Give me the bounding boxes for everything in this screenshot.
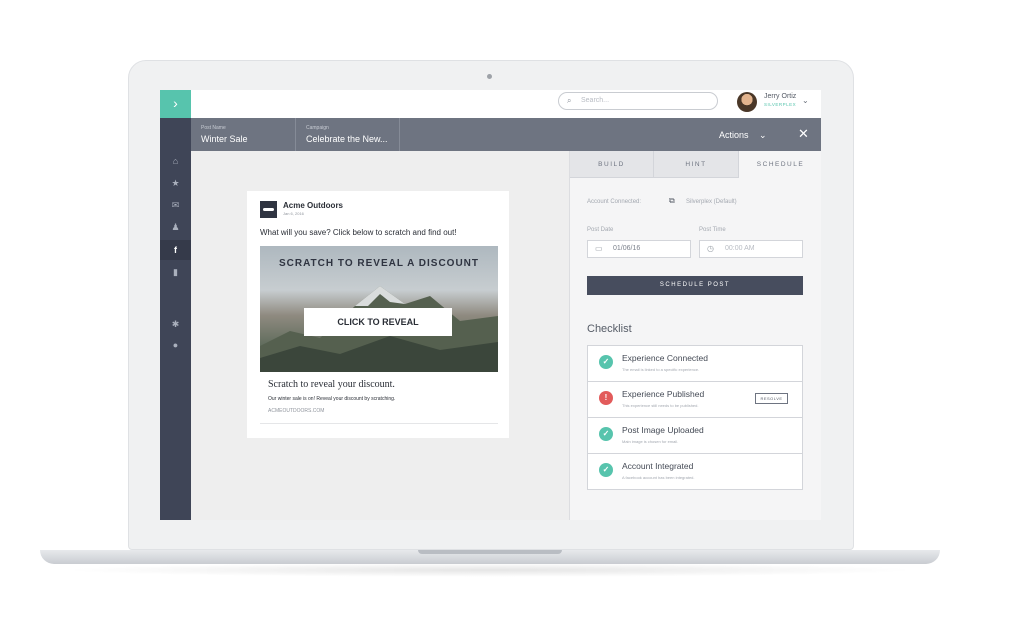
checklist-item-subtitle: The email is linked to a specific experi… [622,367,700,372]
gear-icon: ✱ [171,319,180,329]
checklist-item-title: Experience Connected [622,353,709,363]
post-description: Our winter sale is on! Reveal your disco… [268,396,396,402]
post-image: SCRATCH TO REVEAL A DISCOUNT CLICK TO RE… [260,246,498,372]
calendar-icon: ▭ [595,244,603,253]
post-text: What will you save? Click below to scrat… [260,228,457,237]
post-date-input[interactable]: ▭ 01/06/16 [587,240,691,258]
post-header-bar: Post Name Winter Sale Campaign Celebrate… [191,118,821,151]
sidebar-item-facebook[interactable]: f [160,240,191,260]
scratch-heading: SCRATCH TO REVEAL A DISCOUNT [278,258,480,269]
sidebar-item-contacts[interactable]: ♟ [160,220,191,234]
sidebar: › ⌂ ★ ✉ ♟ f ▮ ✱ ● [160,90,191,520]
sidebar-toggle-button[interactable]: › [160,90,191,118]
chevron-right-icon: › [173,95,178,111]
check-icon: ✓ [599,463,613,477]
post-link[interactable]: ACMEOUTDOORS.COM [268,408,324,414]
brand-logo [260,201,277,218]
check-icon: ✓ [599,355,613,369]
checklist-item-subtitle: A facebook account has been integrated. [622,475,695,480]
user-group-icon: ♟ [171,222,180,232]
app-screen: › ⌂ ★ ✉ ♟ f ▮ ✱ ● ⌕ Search... Jerry Orti… [160,90,821,520]
checklist-item-post-image-uploaded: ✓ Post Image Uploaded Main image is chos… [588,418,802,454]
search-input[interactable]: ⌕ Search... [558,92,718,110]
checklist-item-experience-connected: ✓ Experience Connected The email is link… [588,346,802,382]
actions-label: Actions [719,130,749,140]
sidebar-item-mail[interactable]: ✉ [160,198,191,212]
tab-schedule[interactable]: SCHEDULE [739,151,821,178]
camera-dot [487,74,492,79]
sidebar-item-settings[interactable]: ✱ [160,317,191,331]
checklist-item-title: Post Image Uploaded [622,425,704,435]
post-date: Jan 6, 2016 [283,211,304,216]
user-organization: SILVERPLEX [764,102,797,107]
tab-hint[interactable]: HINT [654,151,739,178]
campaign-label: Campaign [306,125,329,131]
post-date-label: Post Date [587,227,614,233]
person-icon: ● [172,340,179,350]
avatar[interactable] [737,92,757,112]
facebook-icon: f [174,245,177,255]
post-headline: Scratch to reveal your discount. [268,379,395,390]
mail-icon: ✉ [171,200,180,210]
checklist-item-subtitle: This experience still needs to be publis… [622,403,699,408]
schedule-panel: BUILD HINT SCHEDULE Account Connected: ⧉… [569,151,821,520]
panel-tabs: BUILD HINT SCHEDULE [570,151,821,178]
checklist-item-title: Experience Published [622,389,705,399]
campaign-value: Celebrate the New... [306,134,388,144]
checklist-title: Checklist [587,323,632,335]
search-placeholder: Search... [581,97,610,104]
checklist: ✓ Experience Connected The email is link… [587,345,803,490]
post-name-label: Post Name [201,125,226,131]
tab-build[interactable]: BUILD [570,151,654,178]
home-icon: ⌂ [172,156,179,166]
star-icon: ★ [171,178,180,188]
post-time-input[interactable]: ◷ 00:00 AM [699,240,803,258]
clock-icon: ◷ [707,244,714,253]
actions-menu-button[interactable]: Actions ⌄ [719,130,767,141]
preview-canvas: Acme Outdoors Jan 6, 2016 What will you … [191,151,569,520]
sidebar-item-home[interactable]: ⌂ [160,154,191,168]
facebook-post-preview: Acme Outdoors Jan 6, 2016 What will you … [247,191,509,438]
checklist-item-experience-published: ! Experience Published This experience s… [588,382,802,418]
sidebar-item-profile[interactable]: ● [160,338,191,352]
search-icon: ⌕ [567,96,572,105]
top-bar: ⌕ Search... Jerry Ortiz SILVERPLEX ⌄ [191,90,821,118]
laptop-notch [418,550,562,554]
check-icon: ✓ [599,427,613,441]
post-name-field[interactable]: Post Name Winter Sale [191,118,296,151]
click-to-reveal-button[interactable]: CLICK TO REVEAL [304,308,452,336]
chevron-down-icon: ⌄ [759,130,767,140]
sidebar-item-analytics[interactable]: ▮ [160,265,191,279]
account-connected-label: Account Connected: [587,199,642,205]
checklist-item-subtitle: Main image is chosen for email. [622,439,679,444]
schedule-post-button[interactable]: SCHEDULE POST [587,276,803,295]
post-name-value: Winter Sale [201,134,248,144]
post-date-value: 01/06/16 [613,245,641,252]
checklist-item-title: Account Integrated [622,461,694,471]
checklist-item-account-integrated: ✓ Account Integrated A facebook account … [588,454,802,489]
post-time-value: 00:00 AM [725,245,755,252]
account-connected-value: Silverplex (Default) [686,199,737,205]
post-brand-name: Acme Outdoors [283,201,344,210]
user-name: Jerry Ortiz [764,93,797,100]
campaign-field[interactable]: Campaign Celebrate the New... [296,118,400,151]
divider [260,423,498,424]
sidebar-item-favorites[interactable]: ★ [160,176,191,190]
alert-icon: ! [599,391,613,405]
chart-icon: ▮ [173,267,178,277]
laptop-shadow [60,563,920,577]
close-icon[interactable]: ✕ [798,127,809,140]
post-time-label: Post Time [699,227,726,233]
resolve-button[interactable]: RESOLVE [755,393,788,404]
chevron-down-icon[interactable]: ⌄ [802,96,809,105]
account-logo-icon: ⧉ [669,196,675,205]
